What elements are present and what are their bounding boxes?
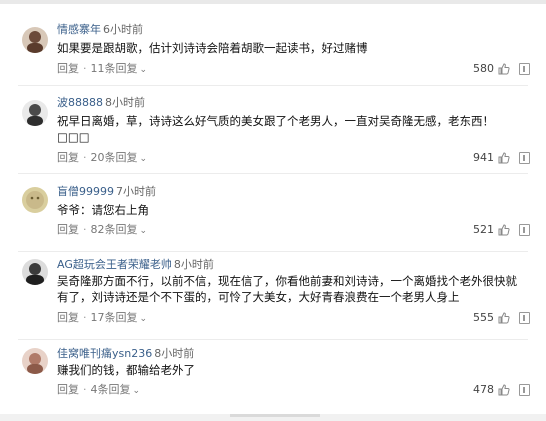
reply-button[interactable]: 回复 — [57, 151, 79, 164]
comment-text: 祝早日离婚，草，诗诗这么好气质的美女跟了个老男人，一直对吴奇隆无感，老东西！ □… — [57, 113, 517, 145]
reply-button[interactable]: 回复 — [57, 383, 79, 396]
timestamp: 8小时前 — [105, 96, 145, 109]
comment-item: 佳窝唯刊痛ysn236 8小时前 赚我们的钱，都输给老外了 回复 · 4条回复 ⌄ 47… — [0, 340, 546, 414]
thumbs-up-icon[interactable] — [498, 224, 510, 236]
comment-text: 吴奇隆那方面不行，以前不信，现在信了，你看他前妻和刘诗诗，一个离婚找个老外很快就… — [57, 274, 517, 304]
view-replies-button[interactable]: 17条回复 — [91, 311, 138, 324]
chevron-down-icon[interactable]: ⌄ — [140, 154, 148, 164]
comment-header: 佳窝唯刊痛ysn236 8小时前 — [57, 347, 194, 361]
scroll-handle[interactable] — [230, 414, 320, 417]
thumbs-up-icon[interactable] — [498, 63, 510, 75]
comment-text: 赚我们的钱，都输给老外了 — [57, 363, 195, 377]
timestamp: 8小时前 — [154, 347, 195, 360]
comment-text: 爷爷：请您右上角 — [57, 203, 149, 217]
comment-header: 情感寨年 6小时前 — [57, 23, 143, 37]
comment-header: 盲僧99999 7小时前 — [57, 185, 156, 199]
chevron-down-icon[interactable]: ⌄ — [140, 65, 148, 75]
thumbs-up-icon[interactable] — [498, 152, 510, 164]
username[interactable]: 情感寨年 — [57, 23, 101, 36]
comment-header: 波88888 8小时前 — [57, 96, 145, 110]
like-count: 580 — [473, 62, 494, 75]
separator: · — [83, 151, 87, 164]
timestamp: 8小时前 — [173, 258, 214, 271]
chevron-down-icon[interactable]: ⌄ — [133, 386, 141, 396]
like-count: 555 — [473, 311, 494, 324]
comment-item: 波88888 8小时前 祝早日离婚，草，诗诗这么好气质的美女跟了个老男人，一直对吴… — [0, 86, 546, 174]
comment-actions: 回复 · 17条回复 ⌄ — [57, 311, 147, 326]
avatar[interactable] — [22, 27, 48, 53]
view-replies-button[interactable]: 20条回复 — [91, 151, 138, 164]
avatar[interactable] — [22, 259, 48, 285]
separator: · — [83, 311, 87, 324]
comment-actions: 回复 · 82条回复 ⌄ — [57, 223, 147, 238]
reply-button[interactable]: 回复 — [57, 223, 79, 236]
comment-item: 情感寨年 6小时前 如果要是跟胡歌，估计刘诗诗会陪着胡歌一起读书，好过赌博 回复 ·… — [0, 0, 546, 86]
comment-emoji-line: □□□ — [57, 130, 90, 144]
more-options-icon[interactable] — [519, 152, 530, 164]
more-options-icon[interactable] — [519, 63, 530, 75]
separator: · — [83, 383, 87, 396]
chevron-down-icon[interactable]: ⌄ — [140, 314, 148, 324]
username[interactable]: 盲僧99999 — [57, 185, 114, 198]
thumbs-up-icon[interactable] — [498, 312, 510, 324]
avatar[interactable] — [22, 187, 48, 213]
username[interactable]: 佳窝唯刊痛ysn236 — [57, 347, 152, 360]
comment-text-line: 祝早日离婚，草，诗诗这么好气质的美女跟了个老男人，一直对吴奇隆无感，老东西！ — [57, 114, 494, 128]
reply-button[interactable]: 回复 — [57, 311, 79, 324]
timestamp: 7小时前 — [116, 185, 156, 198]
username[interactable]: 波88888 — [57, 96, 103, 109]
comment-actions: 回复 · 4条回复 ⌄ — [57, 383, 140, 398]
view-replies-button[interactable]: 4条回复 — [91, 383, 131, 396]
more-options-icon[interactable] — [519, 224, 530, 236]
avatar[interactable] — [22, 100, 48, 126]
timestamp: 6小时前 — [103, 23, 143, 36]
comment-text: 如果要是跟胡歌，估计刘诗诗会陪着胡歌一起读书，好过赌博 — [57, 41, 368, 55]
view-replies-button[interactable]: 82条回复 — [91, 223, 138, 236]
comment-actions: 回复 · 11条回复 ⌄ — [57, 62, 147, 77]
comment-actions: 回复 · 20条回复 ⌄ — [57, 151, 147, 166]
like-count: 521 — [473, 223, 494, 236]
chevron-down-icon[interactable]: ⌄ — [140, 226, 148, 236]
reply-button[interactable]: 回复 — [57, 62, 79, 75]
comment-item: 盲僧99999 7小时前 爷爷：请您右上角 回复 · 82条回复 ⌄ 521 — [0, 174, 546, 252]
bottom-edge — [0, 414, 546, 421]
more-options-icon[interactable] — [519, 384, 530, 396]
view-replies-button[interactable]: 11条回复 — [91, 62, 138, 75]
more-options-icon[interactable] — [519, 312, 530, 324]
avatar[interactable] — [22, 348, 48, 374]
separator: · — [83, 62, 87, 75]
like-count: 941 — [473, 151, 494, 164]
separator: · — [83, 223, 87, 236]
like-count: 478 — [473, 383, 494, 396]
username[interactable]: AG超玩会王者荣耀老帅 — [57, 258, 172, 271]
comment-header: AG超玩会王者荣耀老帅 8小时前 — [57, 258, 214, 272]
thumbs-up-icon[interactable] — [498, 384, 510, 396]
comment-item: AG超玩会王者荣耀老帅 8小时前 吴奇隆那方面不行，以前不信，现在信了，你看他前妻… — [0, 252, 546, 340]
